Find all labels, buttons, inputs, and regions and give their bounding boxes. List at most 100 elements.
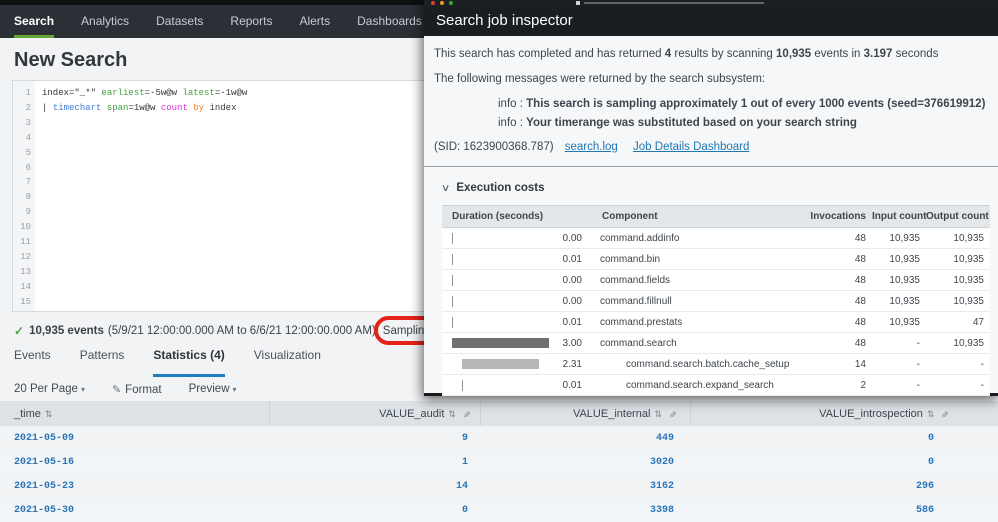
nav-item-search[interactable]: Search xyxy=(14,5,54,38)
duration-bar xyxy=(452,296,453,307)
cell-value[interactable]: 3162 xyxy=(480,474,690,498)
nav-item-dashboards[interactable]: Dashboards xyxy=(357,5,422,38)
cell-value[interactable]: 0 xyxy=(269,498,480,522)
cell-time[interactable]: 2021-05-30 xyxy=(0,498,269,522)
success-check-icon: ✓ xyxy=(14,324,24,338)
messages-intro: The following messages were returned by … xyxy=(434,73,988,85)
cell-time[interactable]: 2021-05-09 xyxy=(0,426,269,450)
exec-row: 0.01 command.bin 48 10,935 10,935 xyxy=(442,249,990,270)
cell-value[interactable]: 0 xyxy=(690,450,998,474)
column-header-value-introspection[interactable]: VALUE_introspection⇅✎ xyxy=(690,401,998,426)
cell-value[interactable]: 296 xyxy=(690,474,998,498)
chevron-down-icon: ▾ xyxy=(81,385,85,394)
cell-time[interactable]: 2021-05-16 xyxy=(0,450,269,474)
component-name: command.prestats xyxy=(592,312,802,333)
per-page-dropdown[interactable]: 20 Per Page▾ xyxy=(14,383,85,395)
inspector-title: Search job inspector xyxy=(424,6,998,36)
tab-visualization[interactable]: Visualization xyxy=(254,348,321,377)
nav-item-datasets[interactable]: Datasets xyxy=(156,5,203,38)
cell-value[interactable]: 14 xyxy=(269,474,480,498)
close-window-icon[interactable] xyxy=(431,1,435,5)
nav-item-analytics[interactable]: Analytics xyxy=(81,5,129,38)
exec-row: 0.00 command.fields 48 10,935 10,935 xyxy=(442,270,990,291)
sort-icon[interactable]: ⇅ xyxy=(448,409,456,419)
sid-label: (SID: 1623900368.787) xyxy=(434,141,554,153)
message-info: info : This search is sampling approxima… xyxy=(498,98,988,110)
nav-item-reports[interactable]: Reports xyxy=(230,5,272,38)
preview-dropdown[interactable]: Preview▾ xyxy=(189,383,237,395)
message-info: info : Your timerange was substituted ba… xyxy=(498,117,988,129)
chevron-down-icon: ▾ xyxy=(233,385,237,394)
execution-costs-table: Duration (seconds) Component Invocations… xyxy=(442,205,990,396)
edit-column-icon[interactable]: ✎ xyxy=(666,410,677,418)
job-details-dashboard-link[interactable]: Job Details Dashboard xyxy=(633,141,749,153)
duration-bar xyxy=(462,359,539,369)
sort-icon[interactable]: ⇅ xyxy=(927,409,935,419)
minimize-window-icon[interactable] xyxy=(440,1,444,5)
table-row: 2021-05-16 1 3020 0 xyxy=(0,450,998,474)
chevron-down-icon: ∨ xyxy=(441,183,451,194)
component-name: command.addinfo xyxy=(592,228,802,249)
cell-value[interactable]: 449 xyxy=(480,426,690,450)
table-header-row: _time⇅ VALUE_audit⇅✎ VALUE_internal⇅✎ VA… xyxy=(0,401,998,426)
exec-col-input: Input count xyxy=(872,206,926,228)
pencil-icon: ✎ xyxy=(112,384,121,396)
inspector-body: This search has completed and has return… xyxy=(424,36,998,396)
search-summary: This search has completed and has return… xyxy=(434,48,988,60)
duration-bar xyxy=(452,233,453,244)
editor-line-numbers: 12 34 56 78 910 1112 1314 15 xyxy=(13,81,35,311)
cell-value[interactable]: 3020 xyxy=(480,450,690,474)
lock-icon xyxy=(576,1,580,5)
component-name: command.search.batch.cache_setup xyxy=(592,354,802,375)
component-name: command.fillnull xyxy=(592,291,802,312)
duration-bar xyxy=(452,254,453,265)
tab-patterns[interactable]: Patterns xyxy=(80,348,125,377)
sort-icon[interactable]: ⇅ xyxy=(654,409,662,419)
tab-events[interactable]: Events xyxy=(14,348,51,377)
table-row: 2021-05-23 14 3162 296 xyxy=(0,474,998,498)
search-log-link[interactable]: search.log xyxy=(565,141,618,153)
event-count: 10,935 events xyxy=(29,325,104,337)
column-header-value-audit[interactable]: VALUE_audit⇅✎ xyxy=(269,401,480,426)
exec-row: 0.01 command.prestats 48 10,935 47 xyxy=(442,312,990,333)
exec-row: 2.31 command.search.batch.cache_setup 14… xyxy=(442,354,990,375)
cell-value[interactable]: 586 xyxy=(690,498,998,522)
component-name: command.fields xyxy=(592,270,802,291)
component-name: command.bin xyxy=(592,249,802,270)
exec-col-invocations: Invocations xyxy=(802,206,872,228)
browser-titlebar xyxy=(424,0,998,6)
exec-col-duration: Duration (seconds) xyxy=(442,206,592,228)
divider xyxy=(424,166,998,167)
column-header-time[interactable]: _time⇅ xyxy=(0,401,269,426)
execution-costs-toggle[interactable]: ∨Execution costs xyxy=(442,182,988,194)
cell-value[interactable]: 9 xyxy=(269,426,480,450)
exec-col-component: Component xyxy=(592,206,802,228)
search-job-inspector-panel: Search job inspector This search has com… xyxy=(424,0,998,396)
statistics-table: _time⇅ VALUE_audit⇅✎ VALUE_internal⇅✎ VA… xyxy=(0,401,998,522)
sid-row: (SID: 1623900368.787) search.log Job Det… xyxy=(434,141,988,153)
exec-row: 3.00 command.search 48 - 10,935 xyxy=(442,333,990,354)
exec-header-row: Duration (seconds) Component Invocations… xyxy=(442,206,990,228)
tab-statistics[interactable]: Statistics (4) xyxy=(153,348,224,377)
cell-value[interactable]: 1 xyxy=(269,450,480,474)
exec-row: 0.00 command.fillnull 48 10,935 10,935 xyxy=(442,291,990,312)
cell-value[interactable]: 3398 xyxy=(480,498,690,522)
component-name: command.search xyxy=(592,333,802,354)
exec-col-output: Output count xyxy=(926,206,990,228)
table-row: 2021-05-30 0 3398 586 xyxy=(0,498,998,522)
sort-icon[interactable]: ⇅ xyxy=(45,409,53,419)
address-bar xyxy=(584,2,764,4)
nav-item-alerts[interactable]: Alerts xyxy=(299,5,330,38)
duration-bar xyxy=(462,380,463,391)
maximize-window-icon[interactable] xyxy=(449,1,453,5)
edit-column-icon[interactable]: ✎ xyxy=(939,410,950,418)
duration-bar xyxy=(452,317,453,328)
exec-row: 0.00 command.addinfo 48 10,935 10,935 xyxy=(442,228,990,249)
table-row: 2021-05-09 9 449 0 xyxy=(0,426,998,450)
column-header-value-internal[interactable]: VALUE_internal⇅✎ xyxy=(480,401,690,426)
cell-time[interactable]: 2021-05-23 xyxy=(0,474,269,498)
format-button[interactable]: ✎Format xyxy=(112,383,162,396)
cell-value[interactable]: 0 xyxy=(690,426,998,450)
edit-column-icon[interactable]: ✎ xyxy=(460,410,471,418)
duration-bar xyxy=(452,338,549,348)
